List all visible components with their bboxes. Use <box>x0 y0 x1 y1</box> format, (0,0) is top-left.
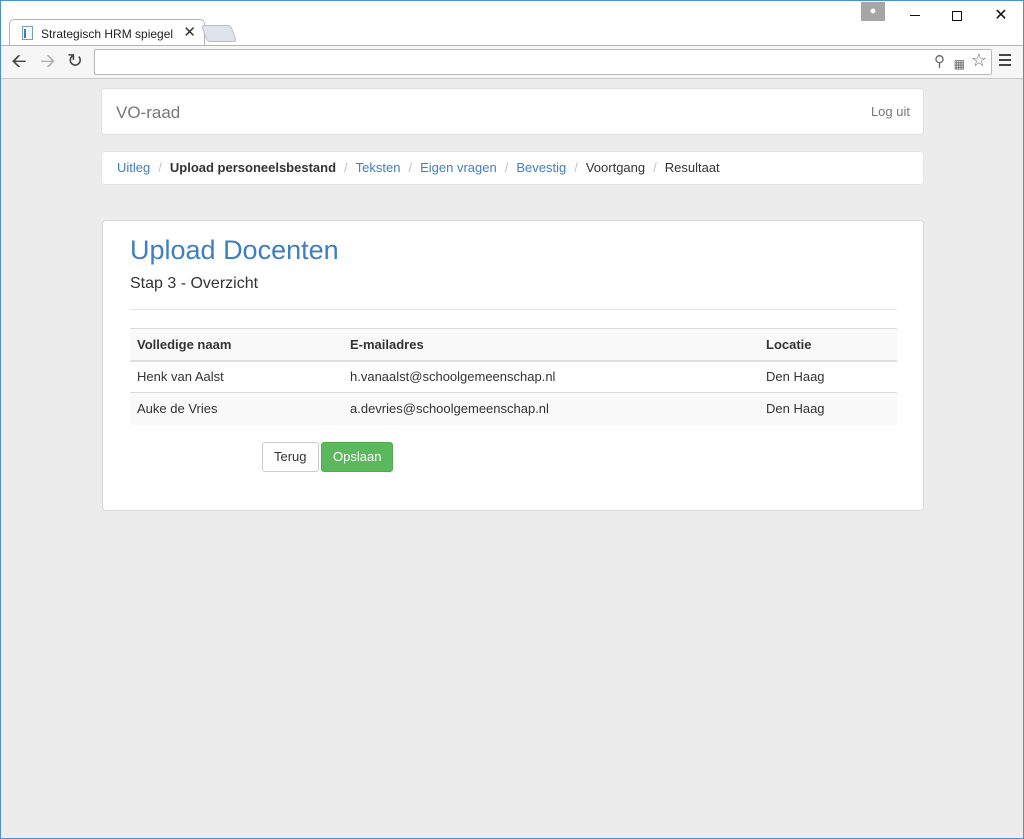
page-viewport: VO-raad Log uit Uitleg / Upload personeels… <box>1 80 1023 838</box>
upload-panel: Upload Docenten Stap 3 - Overzicht Volle… <box>102 220 924 511</box>
minimize-button[interactable] <box>893 5 937 27</box>
cell-location: Den Haag <box>759 360 897 393</box>
breadcrumb-separator: / <box>158 160 162 175</box>
browser-tab[interactable]: Strategisch HRM spiegel ✕ <box>9 19 205 46</box>
minimize-icon <box>910 15 920 17</box>
logout-link[interactable]: Log uit <box>871 104 910 119</box>
breadcrumb-item-voortgang: Voortgang <box>585 160 646 175</box>
breadcrumb: Uitleg / Upload personeelsbestand / Teksten /… <box>101 151 924 185</box>
cell-name: Henk van Aalst <box>130 360 343 393</box>
breadcrumb-separator: / <box>653 160 657 175</box>
cell-email: a.devries@schoolgemeenschap.nl <box>343 392 759 425</box>
address-bar[interactable]: ⚲ ▦ ☆ <box>94 49 992 75</box>
cell-location: Den Haag <box>759 392 897 425</box>
breadcrumb-item-eigen-vragen[interactable]: Eigen vragen <box>420 160 497 175</box>
breadcrumb-separator: / <box>408 160 413 175</box>
new-tab-button[interactable] <box>200 25 238 42</box>
breadcrumb-item-upload: Upload personeelsbestand <box>169 160 337 175</box>
column-header-location: Locatie <box>759 328 897 362</box>
arrow-right-icon[interactable]: 🡪 <box>37 51 59 73</box>
breadcrumb-item-bevestig[interactable]: Bevestig <box>516 160 566 175</box>
maximize-button[interactable] <box>935 5 979 27</box>
table-header-row: Volledige naam E-mailadres Locatie <box>130 328 897 362</box>
column-header-name: Volledige naam <box>130 328 343 362</box>
browser-toolbar: 🡨 🡪 ↻ ⚲ ▦ ☆ <box>1 45 1023 79</box>
divider <box>130 309 897 310</box>
page-title: Upload Docenten <box>130 235 339 265</box>
maximize-icon <box>952 10 962 21</box>
table-row: Auke de Vries a.devries@schoolgemeenscha… <box>130 392 897 425</box>
breadcrumb-separator: / <box>504 160 509 175</box>
star-icon[interactable]: ☆ <box>971 51 987 69</box>
tab-title: Strategisch HRM spiegel <box>41 27 174 41</box>
back-button[interactable]: Terug <box>262 442 319 472</box>
step-subtitle: Stap 3 - Overzicht <box>130 275 259 292</box>
column-header-email: E-mailadres <box>343 328 759 362</box>
teachers-table: Volledige naam E-mailadres Locatie Henk … <box>130 328 897 425</box>
hamburger-menu-icon[interactable] <box>999 54 1013 70</box>
arrow-left-icon[interactable]: 🡨 <box>8 51 30 73</box>
table-row: Henk van Aalst h.vanaalst@schoolgemeensc… <box>130 360 897 393</box>
breadcrumb-separator: / <box>344 160 348 175</box>
brand-link[interactable]: VO-raad <box>116 103 180 123</box>
person-icon[interactable]: ● <box>861 2 885 21</box>
breadcrumb-item-uitleg[interactable]: Uitleg <box>117 160 150 175</box>
reload-icon[interactable]: ↻ <box>64 51 86 73</box>
window-close-button[interactable]: ✕ <box>979 5 1023 27</box>
site-navbar: VO-raad Log uit <box>101 88 924 135</box>
document-icon <box>22 26 33 40</box>
tab-close-icon[interactable]: ✕ <box>183 24 196 42</box>
zoom-icon[interactable]: ⚲ <box>934 53 945 71</box>
browser-window: Strategisch HRM spiegel ✕ ● ✕ 🡨 🡪 ↻ ⚲ ▦ … <box>0 0 1024 839</box>
breadcrumb-item-resultaat: Resultaat <box>664 160 720 175</box>
cell-email: h.vanaalst@schoolgemeenschap.nl <box>343 360 759 393</box>
cell-name: Auke de Vries <box>130 392 343 425</box>
breadcrumb-separator: / <box>574 160 578 175</box>
title-bar: Strategisch HRM spiegel ✕ ● ✕ <box>1 1 1023 46</box>
save-button[interactable]: Opslaan <box>321 442 394 472</box>
breadcrumb-item-teksten[interactable]: Teksten <box>356 160 401 175</box>
translate-icon[interactable]: ▦ <box>954 55 965 73</box>
